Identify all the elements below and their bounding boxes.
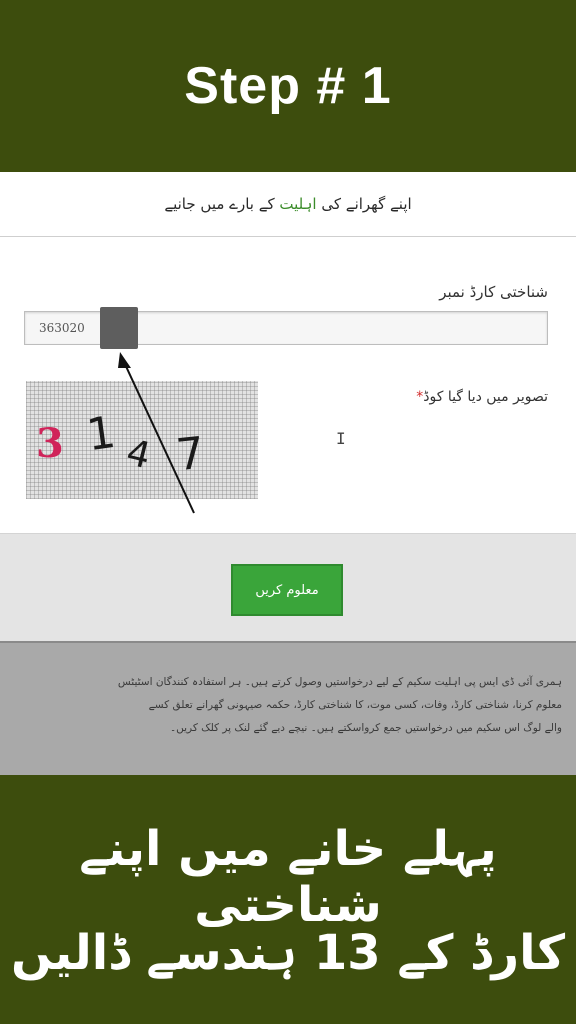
info-line-1: ہمری آئی ڈی ایس پی اہلیت سکیم کے لیے درخ… bbox=[117, 676, 562, 688]
captcha-label-text: تصویر میں دیا گیا کوڈ bbox=[423, 389, 548, 405]
page-heading: اپنے گھرانے کی اہلیت کے بارے میں جانیے bbox=[164, 195, 411, 213]
info-text: ہمری آئی ڈی ایس پی اہلیت سکیم کے لیے درخ… bbox=[14, 671, 562, 740]
info-line-3: والے لوگ اس سکیم میں درخواستیں جمع کرواس… bbox=[169, 722, 562, 734]
info-line-2: معلوم کرنا، شناختی کارڈ، وفات، کسی موت، … bbox=[148, 699, 562, 711]
captcha-image: 3 1 4 7 bbox=[26, 381, 258, 499]
page-header: اپنے گھرانے کی اہلیت کے بارے میں جانیے bbox=[0, 172, 576, 237]
eligibility-form: شناختی کارڈ نمبر 363020 تصویر میں دیا گی… bbox=[0, 237, 576, 533]
button-area: معلوم کریں bbox=[0, 533, 576, 642]
instruction-line-1: پہلے خانے میں اپنے شناختی bbox=[79, 821, 497, 933]
heading-text-2: کے بارے میں جانیے bbox=[164, 195, 280, 213]
cnic-label: شناختی کارڈ نمبر bbox=[439, 283, 548, 301]
captcha-digit-3: 4 bbox=[122, 432, 154, 477]
captcha-label: تصویر میں دیا گیا کوڈ* bbox=[416, 389, 548, 405]
submit-button[interactable]: معلوم کریں bbox=[231, 564, 343, 616]
captcha-digit-4: 7 bbox=[174, 428, 207, 482]
instruction-banner: پہلے خانے میں اپنے شناختی کارڈ کے 13 ہند… bbox=[0, 775, 576, 1024]
redaction-box bbox=[100, 307, 138, 349]
captcha-digit-1: 3 bbox=[36, 420, 64, 467]
captcha-digit-2: 1 bbox=[84, 407, 119, 461]
heading-text-1: اپنے گھرانے کی bbox=[316, 195, 412, 213]
top-banner: Step # 1 bbox=[0, 0, 576, 172]
info-section: ہمری آئی ڈی ایس پی اہلیت سکیم کے لیے درخ… bbox=[0, 641, 576, 777]
heading-highlight: اہلیت bbox=[279, 195, 317, 213]
step-title: Step # 1 bbox=[184, 57, 392, 115]
captcha-digits: 3 1 4 7 bbox=[36, 407, 207, 482]
instruction-line-2: کارڈ کے 13 ہندسے ڈالیں bbox=[10, 925, 566, 981]
cnic-value: 363020 bbox=[39, 321, 85, 335]
text-cursor-icon: I bbox=[336, 429, 346, 448]
